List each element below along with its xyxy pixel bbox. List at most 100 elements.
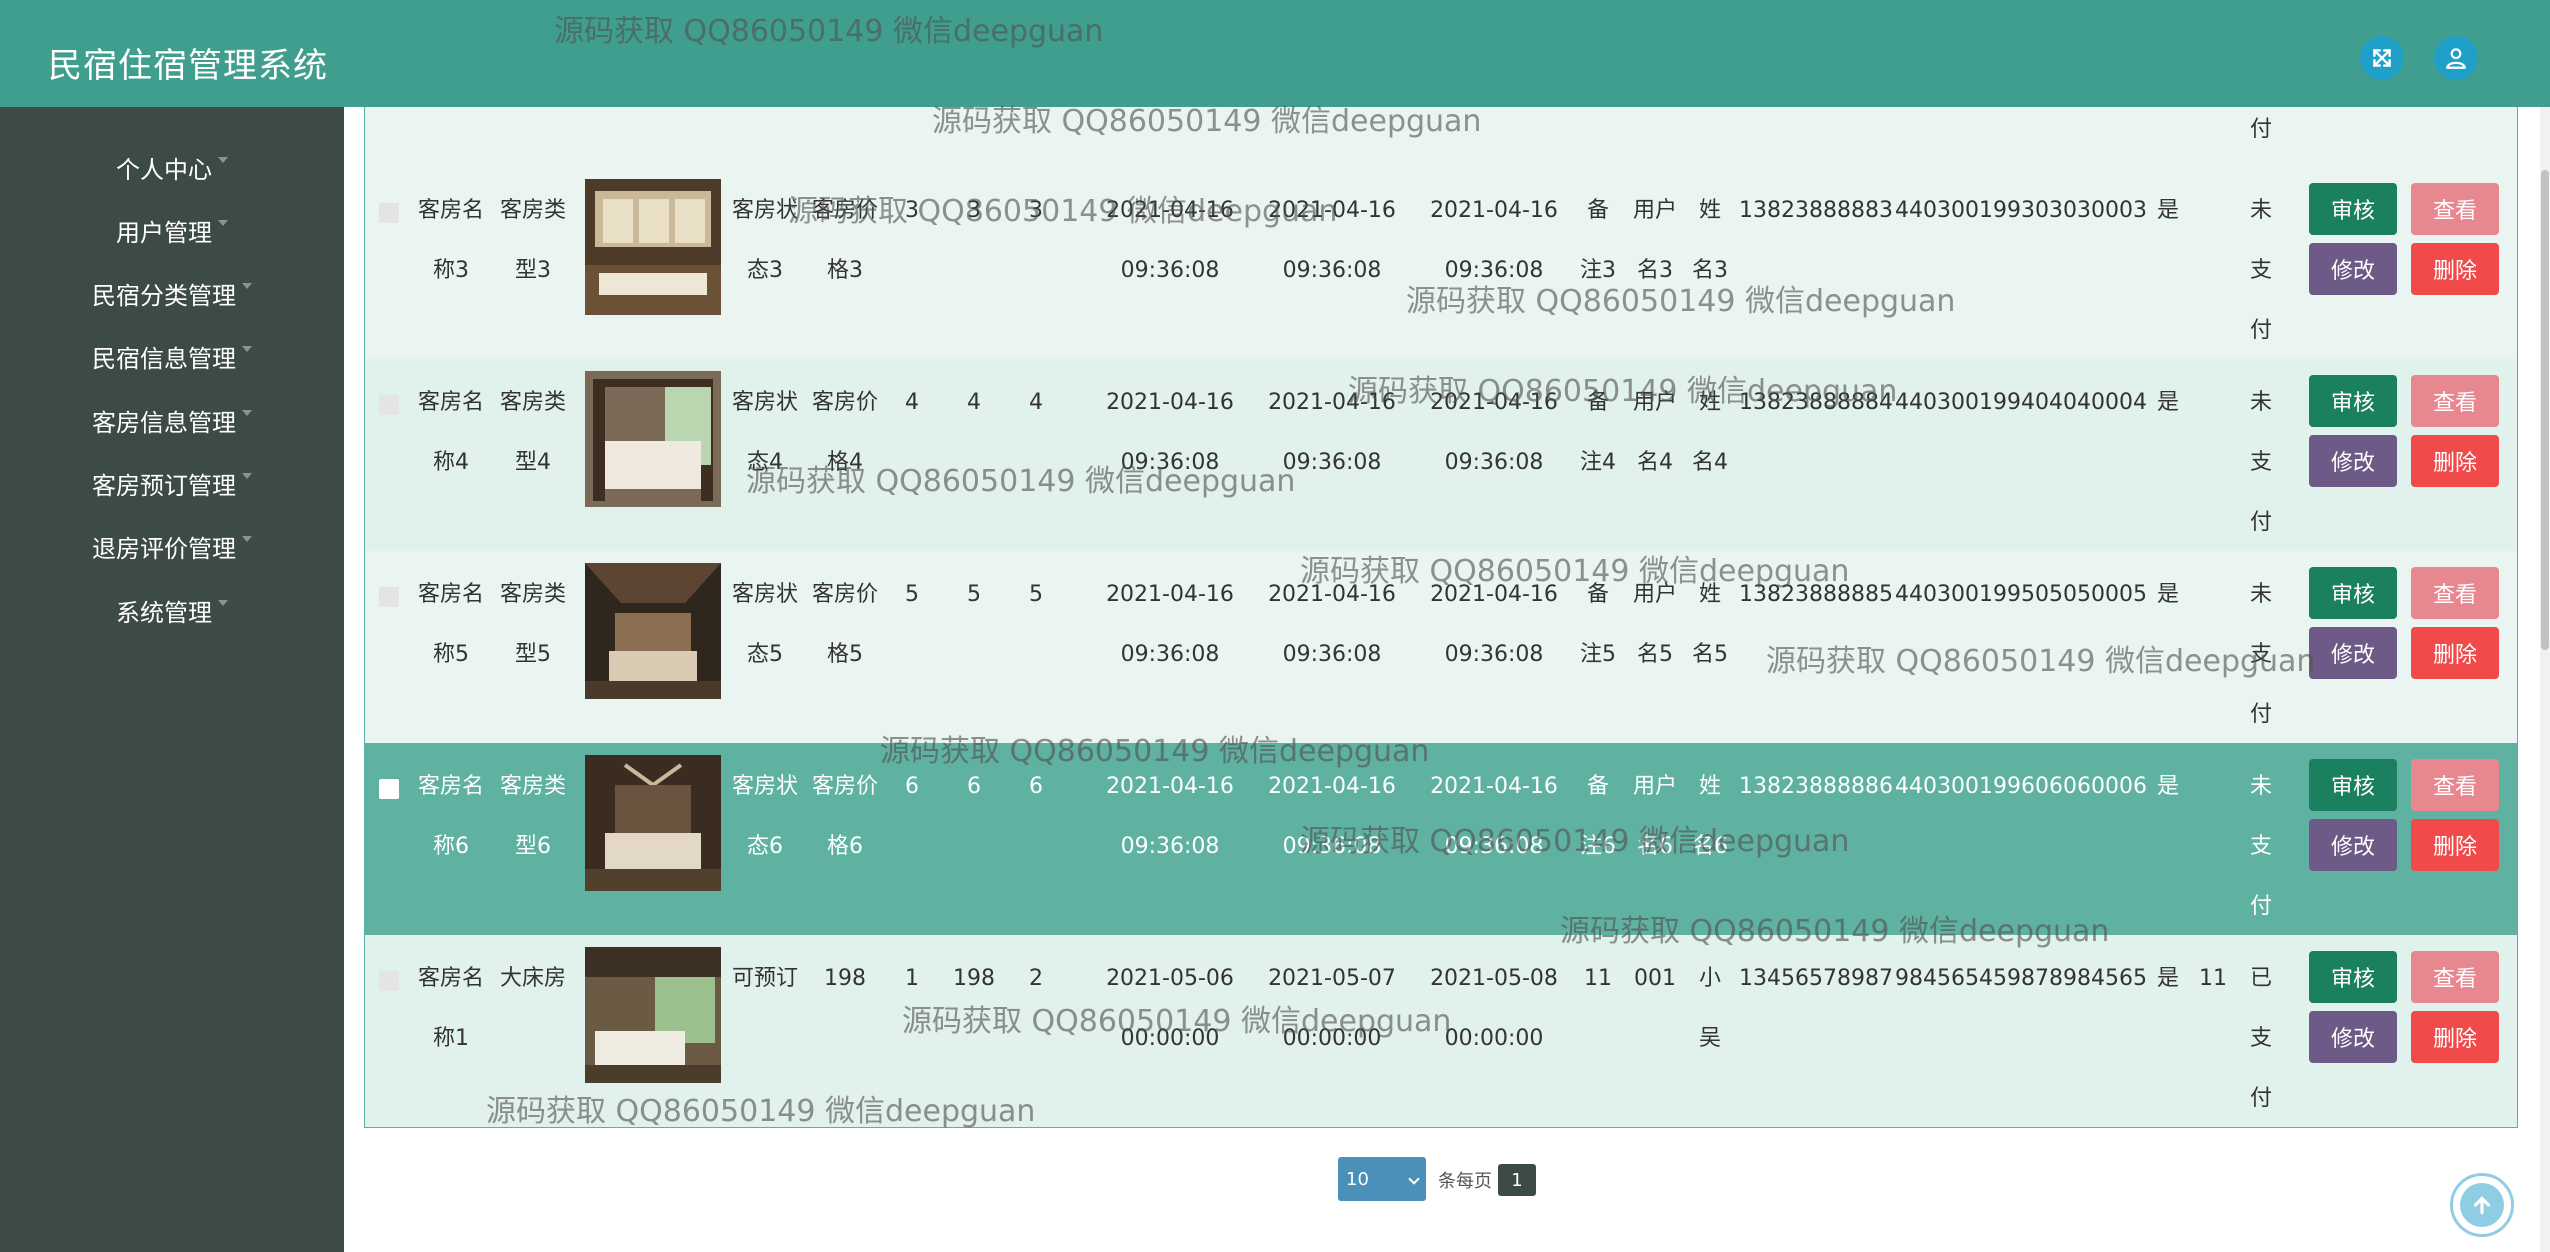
pay-status: 未支付 [2249,774,2272,919]
caret-down-icon [218,157,228,163]
room-price: 客房价 格3 [811,198,878,283]
sidebar-item-room-info[interactable]: 客房信息管理 [0,400,344,440]
app-title: 民宿住宿管理系统 [48,46,328,86]
table-row-partial: 付 [365,107,2517,167]
pay-status: 未支付 [2249,390,2272,535]
delete-button[interactable]: 删除 [2411,435,2499,487]
room-price: 198 [824,966,866,991]
reviewer-reply: 11 [2199,966,2227,991]
room-status: 客房状 态3 [731,198,798,283]
back-to-top-button[interactable] [2450,1173,2514,1237]
audit-button[interactable]: 审核 [2309,183,2397,235]
id-card: 440300199505050005 [1895,582,2147,607]
table-row: 客房名 称6 客房类 型6 客房状 态6 客房价 格6 6 6 6 2021-04-16… [365,743,2517,935]
checkout-date: 2021-04-16 09:36:08 [1430,198,1558,283]
edit-button[interactable]: 修改 [2309,435,2397,487]
view-button[interactable]: 查看 [2411,183,2499,235]
sidebar-item-homestay-info[interactable]: 民宿信息管理 [0,336,344,376]
audit-button[interactable]: 审核 [2309,375,2397,427]
booking-date: 2021-04-16 09:36:08 [1106,582,1234,667]
days: 2 [1029,966,1043,991]
remark: 备注5 [1580,582,1616,667]
quantity: 6 [905,774,919,799]
fullscreen-button[interactable] [2360,36,2404,80]
row-checkbox[interactable] [379,395,399,415]
delete-button[interactable]: 删除 [2411,1011,2499,1063]
username: 用户 名3 [1632,198,1677,283]
table-row: 客房名 称5 客房类 型5 客房状 态5 客房价 格5 5 5 5 2021-04-16… [365,551,2517,743]
scrollbar-thumb[interactable] [2541,170,2549,650]
audit-button[interactable]: 审核 [2309,951,2397,1003]
delete-button[interactable]: 删除 [2411,627,2499,679]
sidebar-item-label: 个人中心 [116,155,212,184]
room-type: 客房类 型4 [499,390,566,475]
is-approved: 是 [2156,774,2179,799]
sidebar-item-homestay-category[interactable]: 民宿分类管理 [0,273,344,313]
room-name: 客房名 称5 [417,582,484,667]
caret-down-icon [242,283,252,289]
sidebar-item-personal-center[interactable]: 个人中心 [0,147,344,187]
is-approved: 是 [2156,966,2179,991]
sidebar-item-user-management[interactable]: 用户管理 [0,210,344,250]
sidebar-item-label: 用户管理 [116,218,212,247]
room-price: 客房价 格4 [811,390,878,475]
user-menu-button[interactable] [2434,36,2478,80]
room-name: 客房名 称3 [417,198,484,283]
table-row: 客房名 称3 客房类 型3 客房状 态3 客房价 格3 3 3 3 2021-04-16… [365,167,2517,359]
edit-button[interactable]: 修改 [2309,819,2397,871]
row-checkbox[interactable] [379,971,399,991]
phone: 13456578987 [1739,966,1893,991]
booking-date: 2021-04-16 09:36:08 [1106,774,1234,859]
delete-button[interactable]: 删除 [2411,243,2499,295]
sidebar-item-label: 系统管理 [116,598,212,627]
days: 3 [1029,198,1043,223]
edit-button[interactable]: 修改 [2309,1011,2397,1063]
sidebar-item-label: 民宿分类管理 [92,281,236,310]
room-thumbnail [585,755,721,891]
id-card: 440300199303030003 [1895,198,2147,223]
page-number-button[interactable]: 1 [1498,1164,1536,1196]
arrow-up-icon [2460,1183,2504,1227]
chevron-down-icon [1408,1173,1420,1185]
view-button[interactable]: 查看 [2411,951,2499,1003]
checkin-date: 2021-04-16 09:36:08 [1268,390,1396,475]
id-card: 440300199404040004 [1895,390,2147,415]
booking-table: 付 客房名 称3 客房类 型3 客房状 态3 客房价 格3 3 3 3 2021-04-… [364,107,2518,1128]
edit-button[interactable]: 修改 [2309,243,2397,295]
phone: 13823888886 [1739,774,1893,799]
row-checkbox[interactable] [379,587,399,607]
amount: 198 [953,966,995,991]
row-checkbox[interactable] [379,203,399,223]
view-button[interactable]: 查看 [2411,375,2499,427]
sidebar-item-system[interactable]: 系统管理 [0,590,344,630]
remark: 备注4 [1580,390,1616,475]
is-approved: 是 [2156,390,2179,415]
remark: 备注3 [1580,198,1616,283]
caret-down-icon [218,600,228,606]
room-status: 客房状 态6 [731,774,798,859]
fullname: 小吴 [1698,966,1721,1051]
days: 4 [1029,390,1043,415]
username: 用户 名5 [1632,582,1677,667]
sidebar: 个人中心 用户管理 民宿分类管理 民宿信息管理 客房信息管理 客房预订管理 退房… [0,107,344,1252]
edit-button[interactable]: 修改 [2309,627,2397,679]
sidebar-item-checkout-review[interactable]: 退房评价管理 [0,526,344,566]
audit-button[interactable]: 审核 [2309,759,2397,811]
pay-status: 未支付 [2249,198,2272,343]
view-button[interactable]: 查看 [2411,567,2499,619]
amount: 3 [967,198,981,223]
checkout-date: 2021-04-16 09:36:08 [1430,390,1558,475]
row-checkbox[interactable] [379,779,399,799]
sidebar-item-room-booking[interactable]: 客房预订管理 [0,463,344,503]
id-card: 984565459878984565 [1895,966,2147,991]
pay-status: 未支付 [2249,582,2272,727]
phone: 13823888883 [1739,198,1893,223]
checkin-date: 2021-05-07 00:00:00 [1268,966,1396,1051]
page-size-select[interactable]: 10 [1338,1157,1426,1201]
fullname: 姓名4 [1692,390,1728,475]
room-type: 客房类 型6 [499,774,566,859]
audit-button[interactable]: 审核 [2309,567,2397,619]
delete-button[interactable]: 删除 [2411,819,2499,871]
checkin-date: 2021-04-16 09:36:08 [1268,582,1396,667]
view-button[interactable]: 查看 [2411,759,2499,811]
